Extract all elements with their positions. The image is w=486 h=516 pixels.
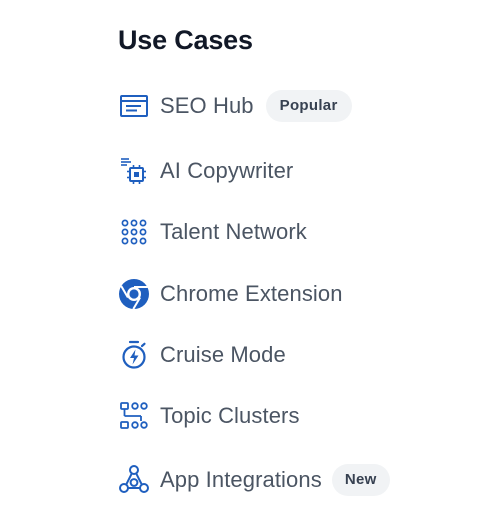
menu-item-label: Cruise Mode xyxy=(160,342,286,367)
menu-item-label: SEO Hub xyxy=(160,93,254,118)
menu-item-app-integrations[interactable]: App Integrations New xyxy=(118,462,390,498)
menu-item-chrome-extension[interactable]: Chrome Extension xyxy=(118,276,343,312)
popular-badge: Popular xyxy=(265,90,352,122)
menu-item-label: Chrome Extension xyxy=(160,281,343,306)
menu-item-label: Talent Network xyxy=(160,219,307,244)
cluster-icon xyxy=(118,400,150,432)
menu-title: Use Cases xyxy=(118,25,253,55)
document-icon xyxy=(118,90,150,122)
menu-item-topic-clusters[interactable]: Topic Clusters xyxy=(118,398,300,434)
menu-item-label: Topic Clusters xyxy=(160,403,300,428)
integrations-icon xyxy=(118,464,150,496)
stopwatch-icon xyxy=(118,339,150,371)
new-badge: New xyxy=(331,464,390,496)
dot-grid-icon xyxy=(118,216,150,248)
menu-item-seo-hub[interactable]: SEO Hub Popular xyxy=(118,88,352,124)
menu-item-label: App Integrations xyxy=(160,467,322,492)
chrome-icon xyxy=(118,278,150,310)
menu-item-talent-network[interactable]: Talent Network xyxy=(118,214,307,250)
chip-icon xyxy=(118,155,150,187)
menu-item-label: AI Copywriter xyxy=(160,158,294,183)
menu-item-cruise-mode[interactable]: Cruise Mode xyxy=(118,337,286,373)
use-cases-menu: Use Cases SEO Hub Popular AI Copywriter … xyxy=(118,20,390,496)
menu-item-ai-copywriter[interactable]: AI Copywriter xyxy=(118,153,293,189)
